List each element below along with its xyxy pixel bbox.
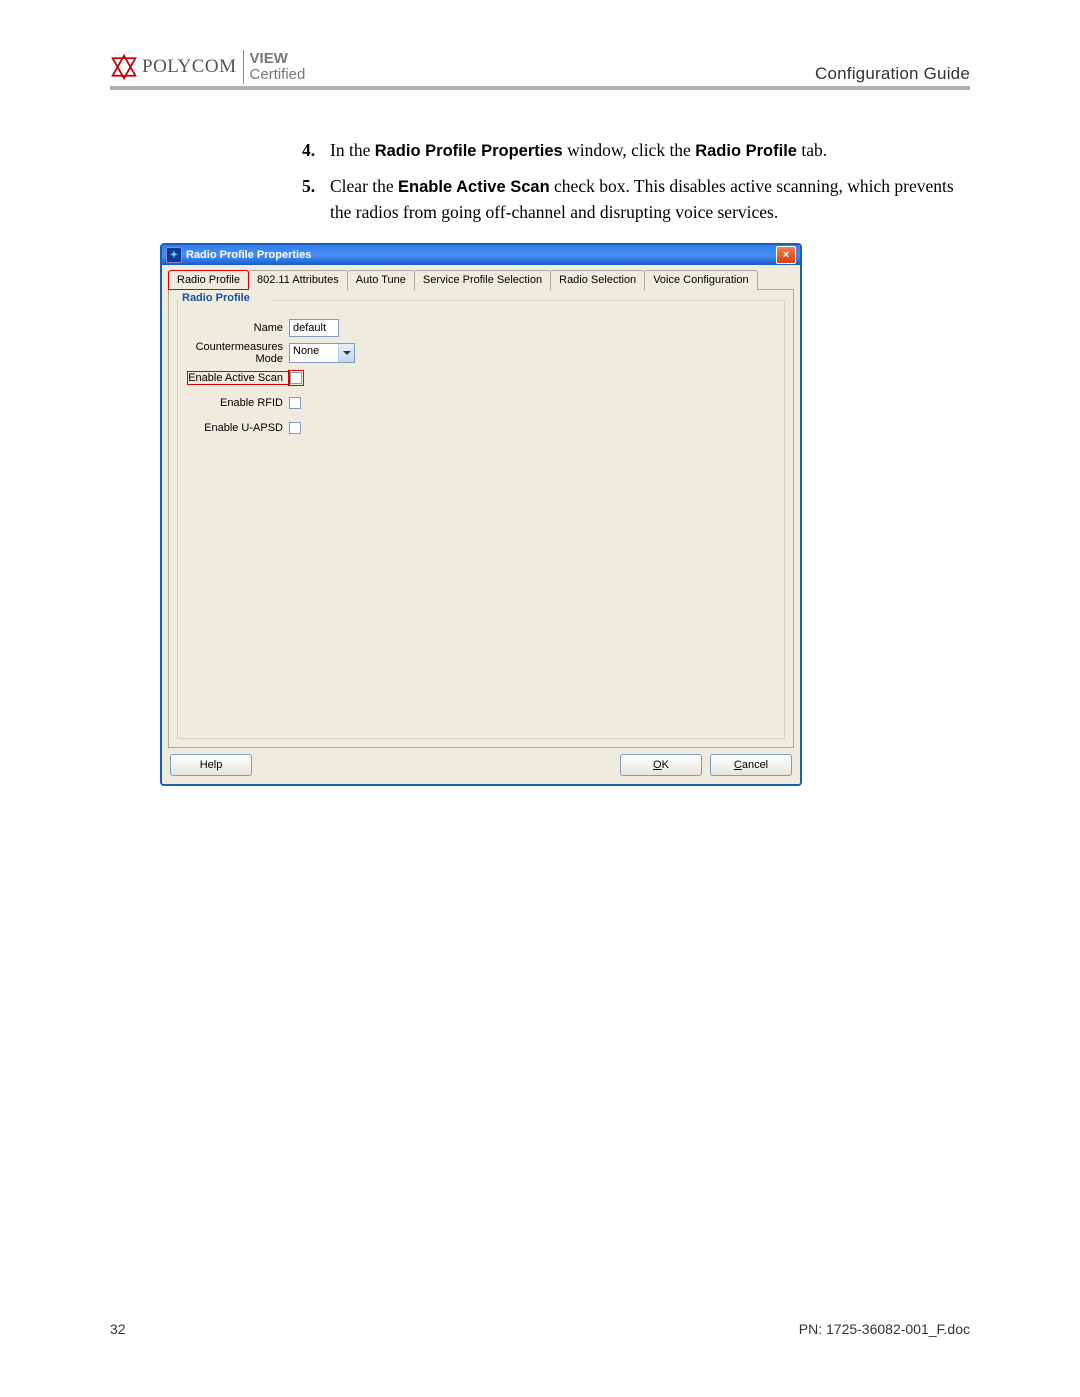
name-input[interactable] [289,319,339,337]
close-button[interactable]: × [776,246,796,264]
tab-radio-selection[interactable]: Radio Selection [550,270,645,290]
countermeasures-label: Countermeasures Mode [188,341,289,365]
tab-auto-tune[interactable]: Auto Tune [347,270,415,290]
chevron-down-icon[interactable] [338,344,354,362]
countermeasures-row: Countermeasures Mode None [188,343,774,363]
name-row: Name [188,318,774,338]
enable-active-scan-row: Enable Active Scan [188,368,774,388]
instruction-text: Clear the Enable Active Scan check box. … [330,174,970,225]
instruction-item: 5. Clear the Enable Active Scan check bo… [302,174,970,225]
instruction-list: 4. In the Radio Profile Properties windo… [302,138,970,225]
countermeasures-combo[interactable]: None [289,343,355,363]
tab-panel: Radio Profile Name Countermeasures Mode … [168,290,794,748]
logo-divider [243,50,244,84]
enable-rfid-row: Enable RFID [188,393,774,413]
tab-80211-attributes[interactable]: 802.11 Attributes [248,270,348,290]
view-certified-label: VIEW Certified [250,51,306,83]
guide-title: Configuration Guide [815,64,970,84]
instruction-item: 4. In the Radio Profile Properties windo… [302,138,970,164]
enable-rfid-label: Enable RFID [188,397,289,409]
groupbox-label: Radio Profile [180,292,254,304]
brand-text: POLYCOM [142,56,237,78]
enable-rfid-checkbox[interactable] [289,397,301,409]
help-button[interactable]: Help [170,754,252,776]
ok-button[interactable]: OK [620,754,702,776]
enable-uapsd-checkbox[interactable] [289,422,301,434]
dialog-button-row: Help OK Cancel [168,748,794,778]
dialog-titlebar[interactable]: ✦ Radio Profile Properties × [162,245,800,265]
instruction-number: 5. [302,174,330,225]
name-label: Name [188,322,289,334]
radio-profile-groupbox: Radio Profile Name Countermeasures Mode … [177,300,785,739]
brand-logo: POLYCOM VIEW Certified [110,50,305,84]
doc-id: PN: 1725-36082-001_F.doc [799,1321,970,1337]
tab-radio-profile[interactable]: Radio Profile [168,270,249,290]
radio-profile-dialog: ✦ Radio Profile Properties × Radio Profi… [160,243,802,786]
instruction-text: In the Radio Profile Properties window, … [330,138,827,164]
dialog-app-icon: ✦ [166,247,182,263]
enable-active-scan-label: Enable Active Scan [188,372,289,384]
tab-strip: Radio Profile 802.11 Attributes Auto Tun… [168,269,794,290]
close-icon: × [783,250,789,261]
dialog-title: Radio Profile Properties [186,249,311,261]
enable-active-scan-checkbox[interactable] [290,372,302,384]
header-rule [110,86,970,90]
enable-uapsd-label: Enable U-APSD [188,422,289,434]
polycom-logo-icon [110,53,138,81]
page-number: 32 [110,1321,126,1337]
cancel-button[interactable]: Cancel [710,754,792,776]
tab-service-profile-selection[interactable]: Service Profile Selection [414,270,551,290]
instruction-number: 4. [302,138,330,164]
tab-voice-configuration[interactable]: Voice Configuration [644,270,757,290]
enable-uapsd-row: Enable U-APSD [188,418,774,438]
page-footer: 32 PN: 1725-36082-001_F.doc [110,1321,970,1337]
countermeasures-value: None [290,344,338,362]
